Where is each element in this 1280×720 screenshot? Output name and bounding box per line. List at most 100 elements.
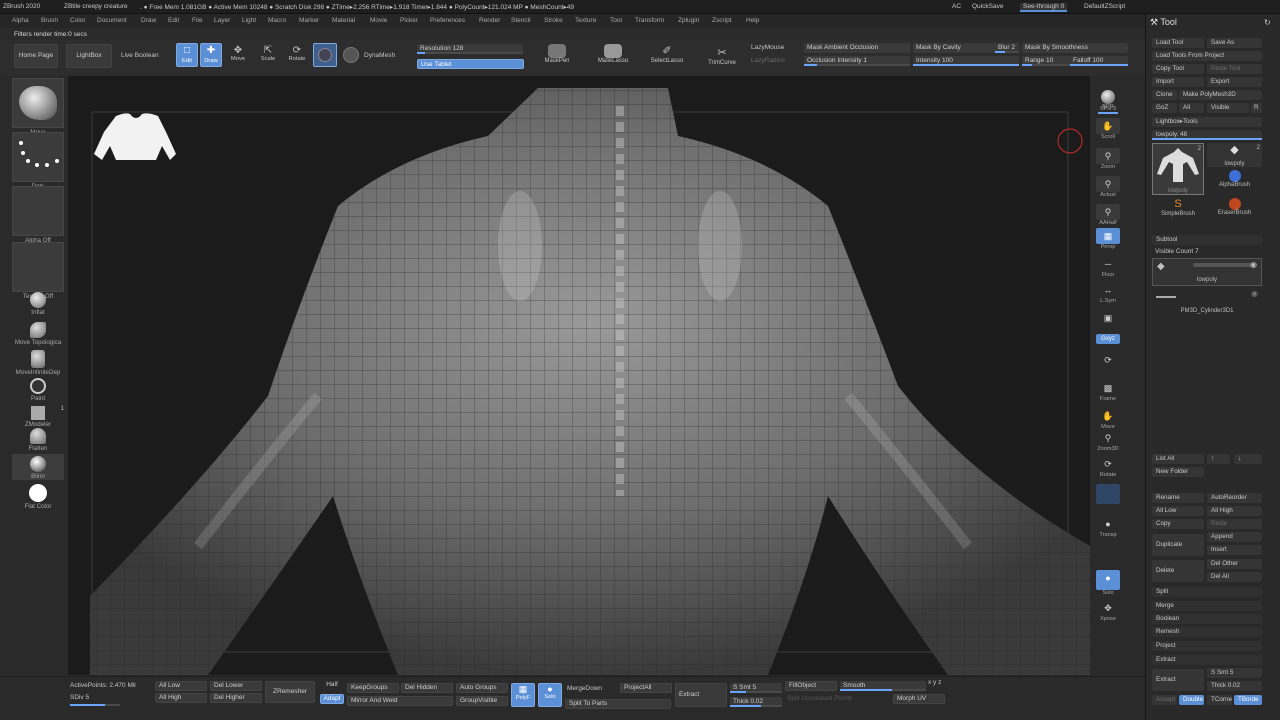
current-tool-thumb[interactable]: 2 lowpoly [1152, 143, 1204, 195]
split-section[interactable]: Split [1152, 587, 1262, 597]
home-page-button[interactable]: Home Page [14, 44, 58, 68]
new-folder-button[interactable]: New Folder [1152, 467, 1204, 477]
menu-movie[interactable]: Movie [370, 17, 387, 24]
solo-view-button[interactable]: ● Solo [1094, 570, 1122, 596]
falloff-slider[interactable]: Falloff 100 [1070, 56, 1128, 66]
boolean-section[interactable]: Boolean [1152, 614, 1262, 624]
make-polymesh3d-button[interactable]: Make PolyMesh3D [1179, 90, 1262, 100]
sdiv-slider[interactable]: SDiv 5 [70, 694, 89, 701]
menu-color[interactable]: Color [70, 17, 86, 24]
adapt-button[interactable]: Adapt [320, 694, 344, 704]
ac-button[interactable]: AC [952, 3, 961, 10]
seethrough-slider[interactable]: See-through 0 [1020, 3, 1068, 12]
remesh-section[interactable]: Remesh [1152, 627, 1262, 637]
menu-render[interactable]: Render [479, 17, 500, 24]
tool-thumb-simplebrush[interactable]: S SimpleBrush [1152, 198, 1204, 222]
selectlasso-button[interactable]: ✐ SelectLasso [647, 44, 687, 64]
paste-subtool-button[interactable]: Paste [1207, 519, 1262, 529]
move-brush-button[interactable]: Move [12, 78, 64, 136]
zmodeler-brush-button[interactable]: ZModeler 1 [12, 406, 64, 428]
move-topological-brush-button[interactable]: Move Topologica [12, 322, 64, 346]
floor-button[interactable]: ─ Floor [1094, 256, 1122, 278]
lightbox-tools-button[interactable]: Lightbox▸Tools [1152, 117, 1262, 127]
rotate-view-button[interactable]: ⟳ Rotate [1094, 456, 1122, 478]
clone-button[interactable]: Clone [1152, 90, 1177, 100]
export-button[interactable]: Export [1207, 77, 1262, 87]
tborde-button[interactable]: TBorde [1234, 695, 1262, 705]
occlusion-intensity-slider[interactable]: Occlusion Intensity 1 [804, 56, 910, 66]
subdiv-low-button[interactable]: All Low [155, 681, 207, 691]
rotate-button[interactable]: ⟳ Rotate [288, 45, 306, 62]
frame-button[interactable]: ▩ Frame [1094, 380, 1122, 402]
scale-button[interactable]: ⇱ Scale [260, 45, 276, 62]
tool-select-slider[interactable]: lowpoly. 48 [1152, 130, 1262, 140]
extract-button[interactable]: Extract [1152, 669, 1204, 691]
visibility-eye-icon[interactable]: ◉ [1251, 289, 1258, 298]
menu-transform[interactable]: Transform [635, 17, 664, 24]
lock-button[interactable]: ▣ [1094, 310, 1122, 326]
paint-brush-button[interactable]: Paint [12, 378, 64, 402]
subtool-header[interactable]: Subtool [1152, 235, 1262, 245]
smooth-slider[interactable]: Smooth [840, 681, 926, 691]
menu-zplugin[interactable]: Zplugin [678, 17, 699, 24]
menu-macro[interactable]: Macro [268, 17, 286, 24]
split-unmasked-points-button[interactable]: Split Unmasked Points [787, 695, 852, 702]
del-hidden-button[interactable]: Del Hidden [401, 683, 453, 693]
xpose-button[interactable]: ✥ Xpose [1094, 600, 1122, 622]
material-button[interactable]: Blinn [12, 454, 64, 480]
polyframe-button[interactable] [1094, 484, 1122, 504]
lightbox-button[interactable]: LightBox [66, 44, 112, 68]
visible-count-slider[interactable]: Visible Count 7 [1155, 248, 1199, 255]
goz-all-button[interactable]: All [1179, 103, 1204, 113]
menu-tool[interactable]: Tool [610, 17, 622, 24]
aahalf-button[interactable]: ⚲ AAHalf [1094, 204, 1122, 226]
visibility-eye-icon[interactable]: ◉ [1250, 260, 1257, 269]
insert-button[interactable]: Insert [1207, 545, 1262, 555]
spix-slider[interactable]: SPix 3 [1094, 106, 1122, 114]
tool-thumb-lowpoly[interactable]: ◆ 2 lowpoly [1207, 143, 1262, 167]
move-up-button[interactable]: ↑ [1207, 454, 1230, 464]
scroll-button[interactable]: ✋ Scroll [1094, 118, 1122, 140]
menu-layer[interactable]: Layer [214, 17, 230, 24]
keepgroups-button[interactable]: KeepGroups [347, 683, 399, 693]
goz-button[interactable]: GoZ [1152, 103, 1177, 113]
menu-edit[interactable]: Edit [168, 17, 179, 24]
use-tablet-button[interactable]: Use Tablet [417, 59, 524, 69]
projectall-button[interactable]: ProjectAll [620, 683, 672, 693]
project-section[interactable]: Project [1152, 641, 1262, 651]
menu-brush[interactable]: Brush [41, 17, 58, 24]
append-button[interactable]: Append [1207, 532, 1262, 542]
sculpt-model[interactable] [68, 76, 1090, 675]
copy-tool-button[interactable]: Copy Tool [1152, 64, 1204, 74]
subtool-item-2[interactable]: ◉ PM3D_Cylinder3D1 [1152, 288, 1262, 316]
duplicate-button[interactable]: Duplicate [1152, 534, 1204, 556]
extract-bottom-button[interactable]: Extract [675, 683, 727, 707]
import-button[interactable]: Import [1152, 77, 1204, 87]
delete-button[interactable]: Delete [1152, 560, 1204, 582]
fillobject-button[interactable]: FillObject [785, 681, 837, 691]
copy-subtool-button[interactable]: Copy [1152, 519, 1204, 529]
merge-section[interactable]: Merge [1152, 601, 1262, 611]
all-low-button[interactable]: All Low [1152, 506, 1204, 516]
thick-slider[interactable]: Thick 0.02 [1207, 681, 1262, 691]
mask-by-smoothness-button[interactable]: Mask By Smoothness [1022, 43, 1128, 53]
subdiv-high-button[interactable]: All High [155, 693, 207, 703]
save-as-button[interactable]: Save As [1207, 38, 1262, 48]
draw-button[interactable]: ✚ Draw [200, 43, 222, 67]
inflat-brush-button[interactable]: Inflat [12, 292, 64, 316]
tool-thumb-eraserbrush[interactable]: EraserBrush [1207, 198, 1262, 222]
load-tools-from-project-button[interactable]: Load Tools From Project [1152, 51, 1262, 61]
menu-draw[interactable]: Draw [141, 17, 156, 24]
zoom-button[interactable]: ⚲ Zoom [1094, 148, 1122, 170]
lazymouse-button[interactable]: LazyMouse [751, 44, 784, 51]
del-higher-button[interactable]: Del Higher [210, 693, 262, 703]
lsym-button[interactable]: ↔ L.Sym [1094, 282, 1122, 304]
extract-section[interactable]: Extract [1152, 655, 1262, 665]
del-all-button[interactable]: Del All [1207, 572, 1262, 582]
bottom-s-smt-slider[interactable]: S Smt 5 [730, 683, 782, 693]
rename-button[interactable]: Rename [1152, 493, 1204, 503]
mirror-and-weld-button[interactable]: Mirror And Weld [347, 696, 453, 706]
goz-visible-button[interactable]: Visible [1207, 103, 1249, 113]
s-smt-slider[interactable]: S Smt 5 [1207, 668, 1262, 678]
material-sphere-button[interactable] [313, 43, 337, 67]
